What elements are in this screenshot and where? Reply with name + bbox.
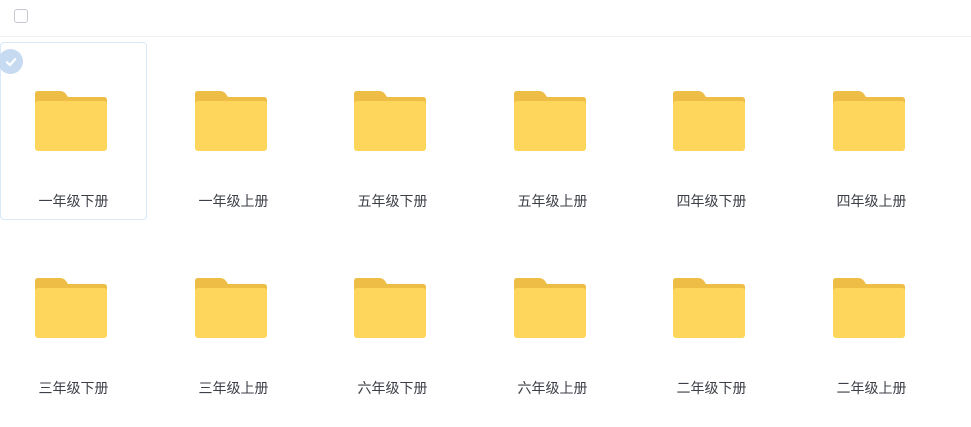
folder-name: 四年级上册 [836, 194, 907, 210]
folder-icon [195, 91, 267, 151]
folder-icon [833, 278, 905, 338]
folder-name: 三年级下册 [38, 381, 109, 397]
folder-tile[interactable]: 四年级下册 [638, 42, 785, 220]
folder-icon [673, 91, 745, 151]
folder-name: 一年级下册 [38, 194, 109, 210]
folder-tile[interactable]: 三年级下册 [0, 229, 147, 407]
folder-tile[interactable]: 六年级上册 [479, 229, 626, 407]
folder-name: 一年级上册 [198, 194, 269, 210]
folder-icon [354, 278, 426, 338]
folder-icon [195, 278, 267, 338]
folder-grid: 一年级下册 一年级上册 五年级下册 五年级上册 四年级下册 四年级上册 三年级下… [0, 0, 971, 427]
folder-tile[interactable]: 二年级下册 [638, 229, 785, 407]
folder-icon [514, 278, 586, 338]
folder-icon [354, 91, 426, 151]
folder-tile[interactable]: 六年级下册 [319, 229, 466, 407]
folder-tile[interactable]: 一年级上册 [160, 42, 307, 220]
check-icon[interactable] [0, 49, 23, 74]
folder-name: 五年级上册 [517, 194, 588, 210]
folder-tile[interactable]: 五年级下册 [319, 42, 466, 220]
folder-tile[interactable]: 五年级上册 [479, 42, 626, 220]
folder-icon [673, 278, 745, 338]
folder-tile[interactable]: 二年级上册 [798, 229, 945, 407]
folder-tile[interactable]: 三年级上册 [160, 229, 307, 407]
folder-icon [514, 91, 586, 151]
folder-tile[interactable]: 一年级下册 [0, 42, 147, 220]
folder-tile[interactable]: 四年级上册 [798, 42, 945, 220]
folder-name: 三年级上册 [198, 381, 269, 397]
folder-icon [35, 278, 107, 338]
folder-name: 二年级下册 [676, 381, 747, 397]
folder-name: 六年级上册 [517, 381, 588, 397]
folder-name: 六年级下册 [357, 381, 428, 397]
folder-name: 四年级下册 [676, 194, 747, 210]
folder-icon [833, 91, 905, 151]
folder-name: 二年级上册 [836, 381, 907, 397]
folder-icon [35, 91, 107, 151]
folder-name: 五年级下册 [357, 194, 428, 210]
